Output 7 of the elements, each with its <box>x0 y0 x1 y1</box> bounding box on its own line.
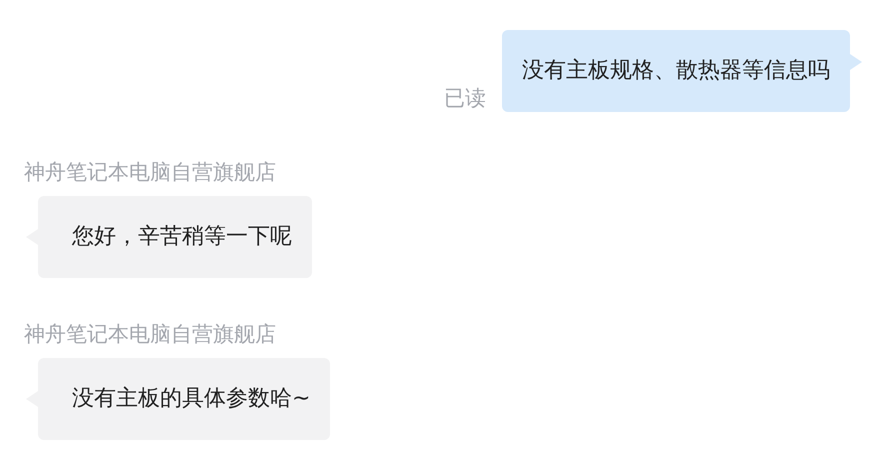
sender-name: 神舟笔记本电脑自营旗舰店 <box>23 321 277 348</box>
read-status: 已读 <box>444 85 486 112</box>
message-bubble: 您好，辛苦稍等一下呢 <box>38 196 312 278</box>
message-bubble: 没有主板规格、散热器等信息吗 <box>502 30 850 112</box>
bubble-tail <box>850 54 862 70</box>
sender-name: 神舟笔记本电脑自营旗舰店 <box>23 159 277 186</box>
message-bubble: 没有主板的具体参数哈~ <box>38 358 330 440</box>
